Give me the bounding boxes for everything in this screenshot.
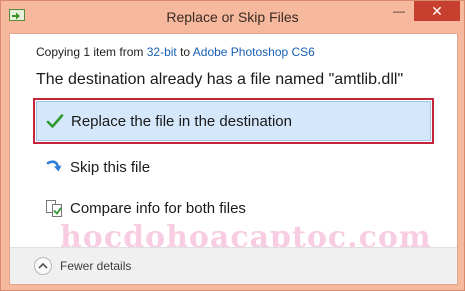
close-button[interactable]: ✕	[414, 1, 460, 21]
skip-file-option[interactable]: Skip this file	[36, 147, 431, 187]
checkmark-icon	[46, 114, 64, 128]
copy-middle: to	[176, 45, 193, 59]
replace-file-option[interactable]: Replace the file in the destination	[33, 98, 434, 144]
conflict-message: The destination already has a file named…	[36, 71, 404, 88]
copy-prefix: Copying 1 item from	[36, 45, 147, 59]
title-bar[interactable]: Replace or Skip Files — ✕	[1, 1, 464, 33]
compare-files-icon	[46, 200, 62, 217]
destination-folder-link[interactable]: Adobe Photoshop CS6	[193, 45, 315, 59]
minimize-button[interactable]: —	[386, 1, 412, 21]
chevron-up-icon	[34, 257, 52, 275]
fewer-details-button[interactable]: Fewer details	[34, 257, 131, 275]
skip-arrow-icon	[46, 160, 62, 172]
source-folder-link[interactable]: 32-bit	[147, 45, 177, 59]
fewer-details-label: Fewer details	[60, 259, 132, 273]
details-footer: Fewer details	[10, 247, 457, 284]
compare-files-label: Compare info for both files	[70, 199, 246, 217]
copy-status: Copying 1 item from 32-bit to Adobe Phot…	[36, 45, 315, 59]
replace-skip-dialog: Replace or Skip Files — ✕ Copying 1 item…	[0, 0, 465, 291]
dialog-content: Copying 1 item from 32-bit to Adobe Phot…	[9, 33, 458, 285]
replace-file-label: Replace the file in the destination	[71, 112, 292, 130]
skip-file-label: Skip this file	[70, 158, 151, 176]
